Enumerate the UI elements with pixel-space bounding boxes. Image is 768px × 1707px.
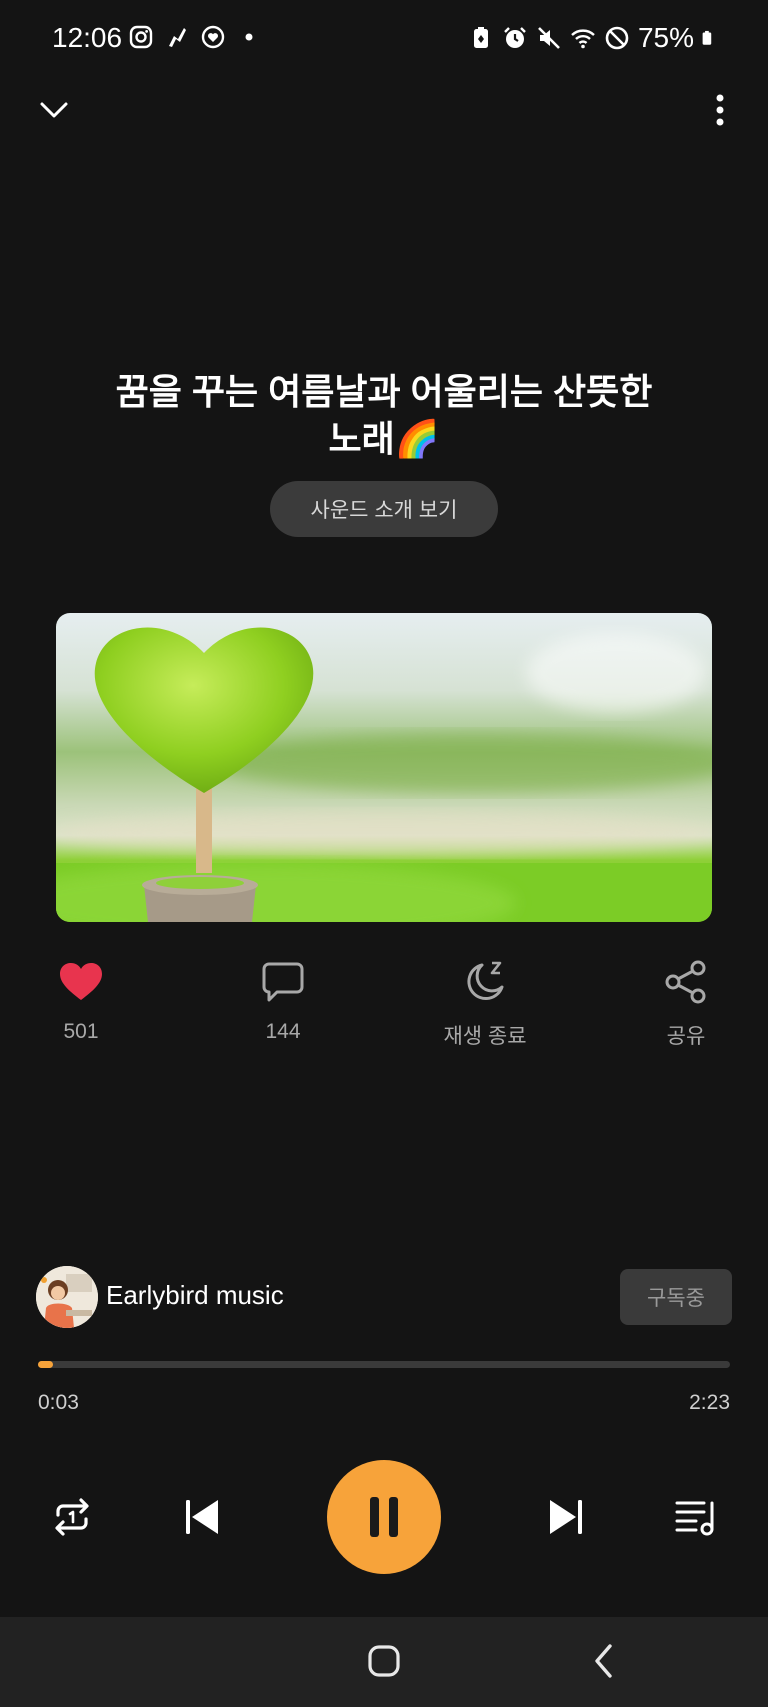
comment-icon (262, 962, 304, 1002)
top-bar (0, 80, 768, 140)
sleep-timer-button[interactable]: 재생 종료 (405, 958, 565, 1050)
skip-next-icon (550, 1500, 582, 1534)
status-right-icons: 75% (468, 22, 718, 54)
like-button[interactable]: 501 (1, 958, 161, 1044)
heart-app-icon (201, 25, 225, 49)
dot-icon (245, 33, 253, 41)
sound-title-line1: 꿈을 꾸는 여름날과 어울리는 산뜻한 (115, 371, 653, 412)
progress-bar[interactable] (38, 1361, 730, 1368)
channel-row: Earlybird music 구독중 (36, 1266, 732, 1328)
share-label: 공유 (666, 1025, 706, 1048)
sleep-timer-label: 재생 종료 (443, 1025, 527, 1048)
battery-icon (702, 30, 712, 45)
heart-icon (60, 963, 102, 1000)
album-artwork (56, 613, 712, 922)
chevron-down-icon (40, 102, 68, 118)
mute-icon (538, 27, 560, 49)
skip-previous-icon (186, 1500, 218, 1534)
sound-title-line2: 노래🌈 (328, 418, 440, 459)
status-left-icons (128, 24, 262, 50)
avatar[interactable] (36, 1266, 98, 1328)
total-time: 2:23 (689, 1391, 730, 1414)
comment-count: 144 (265, 1020, 301, 1043)
status-bar: 12:06 75% (0, 0, 768, 80)
back-icon (595, 1644, 612, 1678)
player-controls (0, 1460, 768, 1576)
artwork-image (56, 613, 712, 922)
battery-percent: 75% (637, 22, 694, 53)
home-icon (368, 1645, 400, 1677)
next-button[interactable] (538, 1489, 594, 1545)
current-time: 0:03 (38, 1391, 79, 1414)
collapse-button[interactable] (34, 90, 74, 130)
sound-title: 꿈을 꾸는 여름날과 어울리는 산뜻한 노래🌈 (60, 368, 708, 462)
progress-fill (38, 1361, 53, 1368)
channel-name[interactable]: Earlybird music (106, 1280, 284, 1311)
back-button[interactable] (584, 1641, 624, 1681)
more-options-button[interactable] (700, 90, 740, 130)
comment-button[interactable]: 144 (203, 958, 363, 1044)
channel-avatar-image (36, 1266, 98, 1328)
previous-button[interactable] (174, 1489, 230, 1545)
share-button[interactable]: 공유 (606, 958, 766, 1050)
repeat-button[interactable] (44, 1489, 100, 1545)
action-row: 501 144 재생 종료 공유 (0, 958, 768, 1058)
battery-saver-icon (473, 27, 488, 48)
instagram-icon (129, 25, 153, 49)
moon-sleep-icon (467, 961, 504, 1001)
sound-intro-button[interactable]: 사운드 소개 보기 (270, 481, 498, 537)
wifi-icon (571, 29, 595, 49)
repeat-one-icon (55, 1498, 89, 1536)
like-count: 501 (63, 1020, 99, 1043)
pause-icon (370, 1497, 398, 1537)
more-vertical-icon (716, 94, 724, 126)
share-icon (665, 960, 706, 1004)
playlist-icon (675, 1501, 714, 1536)
app-notification-icon (169, 28, 186, 47)
playlist-button[interactable] (668, 1489, 724, 1545)
home-button[interactable] (364, 1641, 404, 1681)
subscribe-button[interactable]: 구독중 (620, 1269, 732, 1325)
do-not-disturb-icon (605, 26, 629, 50)
status-time: 12:06 (52, 22, 123, 53)
pause-button[interactable] (327, 1460, 441, 1574)
system-nav-bar (0, 1617, 768, 1707)
alarm-icon (504, 27, 526, 48)
